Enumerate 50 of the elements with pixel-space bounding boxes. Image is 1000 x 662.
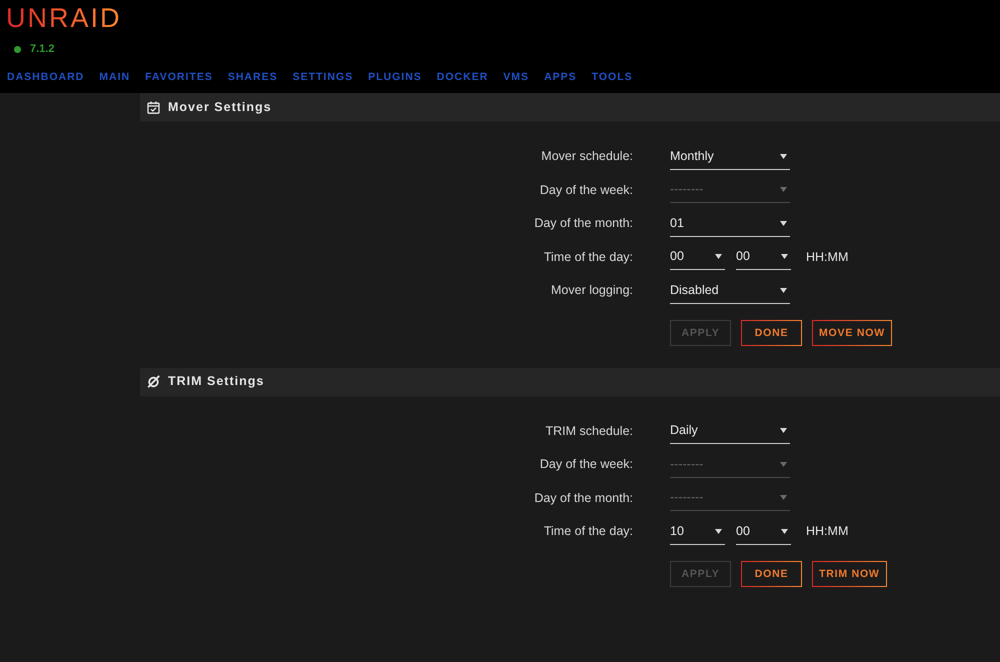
field-label: Time of the day: [542,248,633,266]
field-label: TRIM schedule: [544,422,633,440]
dropdown[interactable]: 00 [670,244,725,270]
nav-link[interactable]: FAVORITES [145,70,213,84]
field-label: Day of the week: [538,456,633,474]
caret-icon [780,462,787,467]
action-button[interactable]: MOVE NOW [812,320,892,346]
caret-icon [781,528,788,534]
dropdown[interactable]: 00 [736,518,791,545]
ring-slash-icon [147,375,160,388]
caret-icon [780,288,787,293]
caret-icon [780,428,787,434]
caret-icon [781,254,788,260]
dropdown[interactable]: 00 [736,244,791,270]
caret-icon [780,220,787,226]
nav-link[interactable]: PLUGINS [368,70,422,84]
dropdown[interactable]: 01 [670,210,790,237]
nav-link[interactable]: SHARES [228,70,278,84]
caret-icon [715,528,722,534]
action-button[interactable]: DONE [741,560,802,586]
calendar-check-icon [147,100,160,114]
field-label: Time of the day: [542,523,633,540]
dropdown[interactable]: 10 [670,518,725,545]
nav-link[interactable]: MAIN [99,70,130,84]
section-title: Mover Settings [168,98,272,116]
time-format-label: HH:MM [806,523,848,540]
action-button[interactable]: DONE [741,320,802,346]
caret-icon [780,187,787,192]
field-label: Day of the month: [533,215,633,232]
nav-link[interactable]: APPS [544,70,577,84]
dropdown[interactable]: Daily [670,418,790,444]
caret-icon [780,495,787,500]
time-format-label: HH:MM [806,248,848,266]
nav-link[interactable]: DASHBOARD [7,70,84,84]
version-text: 7.1.2 [30,43,54,56]
action-button[interactable]: TRIM NOW [812,560,887,586]
nav-link[interactable]: TOOLS [592,70,633,84]
caret-icon [780,154,787,159]
nav-link[interactable]: VMS [503,70,530,84]
field-label: Mover schedule: [540,148,633,166]
nav-link[interactable]: SETTINGS [292,70,354,84]
dropdown[interactable]: Disabled [670,278,790,304]
nav-link[interactable]: DOCKER [436,70,488,84]
dropdown[interactable]: Monthly [670,144,790,170]
field-label: Mover logging: [550,282,633,300]
field-label: Day of the month: [533,490,633,507]
field-label: Day of the week: [538,182,633,199]
status-dot-icon [14,46,21,53]
section-title: TRIM Settings [168,373,264,390]
caret-icon [715,254,722,260]
